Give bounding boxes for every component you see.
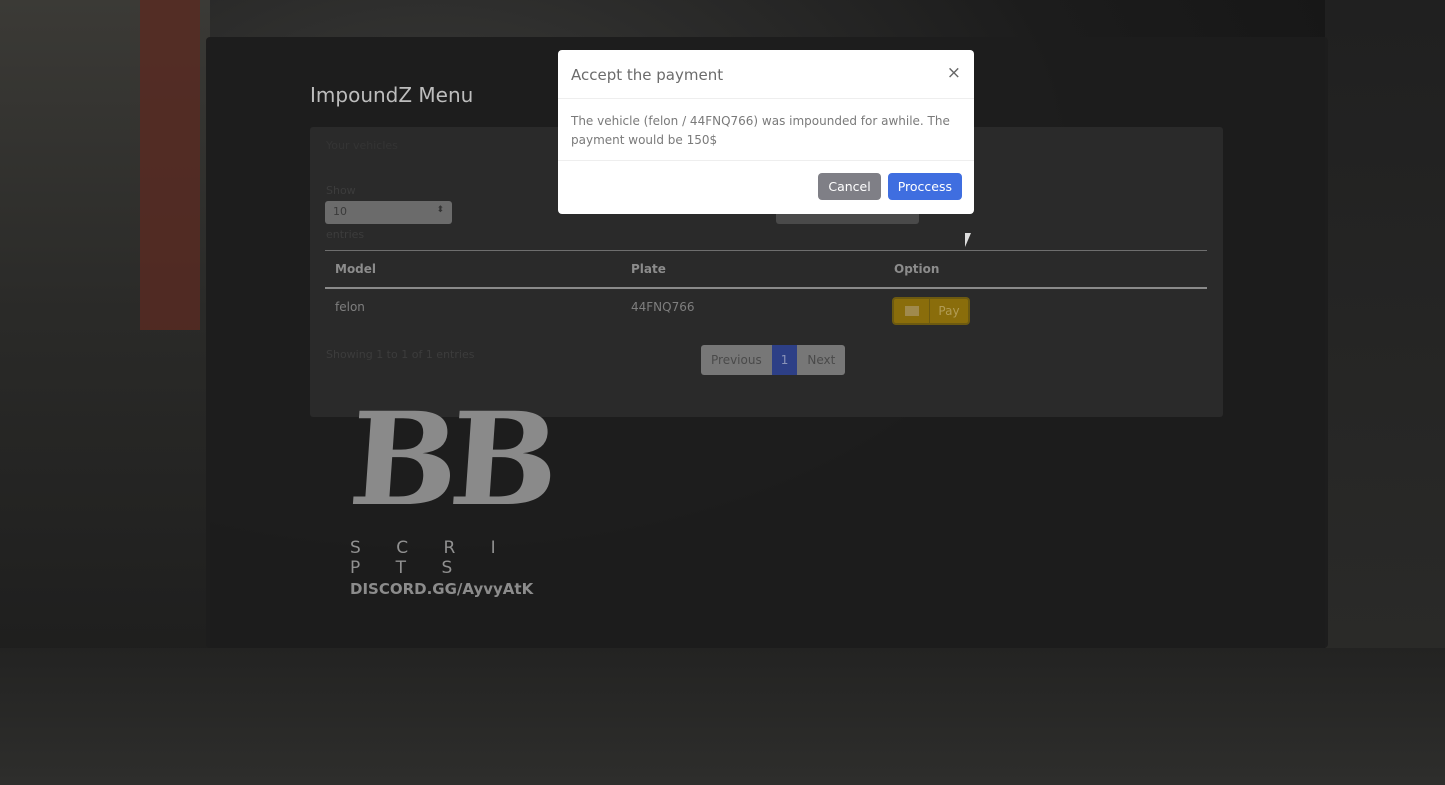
show-label: Show [326, 184, 356, 197]
divider [325, 287, 1207, 289]
page-1-button[interactable]: 1 [771, 345, 798, 375]
card-header: Your vehicles [326, 139, 398, 152]
bb-scripts-watermark: BB S C R I P T S DISCORD.GG/AyvyAtK [345, 385, 556, 598]
watermark-sub: S C R I P T S [350, 538, 511, 578]
pay-button[interactable]: Pay [892, 297, 970, 325]
column-header-model[interactable]: Model [335, 262, 376, 276]
process-button[interactable]: Proccess [887, 173, 962, 200]
background-floor [0, 648, 1445, 785]
divider [325, 250, 1207, 251]
mouse-cursor-icon [965, 233, 971, 247]
entries-select[interactable]: 10 ⬍ [325, 201, 452, 224]
pay-label: Pay [938, 304, 960, 318]
page-title: ImpoundZ Menu [310, 83, 474, 107]
payment-modal: Accept the payment × The vehicle (felon … [558, 50, 974, 214]
table-info: Showing 1 to 1 of 1 entries [326, 348, 475, 361]
modal-body: The vehicle (felon / 44FNQ766) was impou… [558, 99, 974, 161]
modal-title: Accept the payment [571, 66, 724, 84]
background-lift-pillar [140, 0, 200, 330]
credit-card-icon [894, 299, 930, 323]
column-header-plate[interactable]: Plate [631, 262, 666, 276]
entries-label: entries [326, 228, 365, 241]
next-button[interactable]: Next [797, 345, 846, 375]
cell-plate: 44FNQ766 [631, 300, 695, 314]
cancel-button[interactable]: Cancel [818, 173, 881, 200]
entries-select-value: 10 [333, 205, 347, 218]
select-arrows-icon: ⬍ [436, 205, 444, 215]
modal-header: Accept the payment × [558, 50, 974, 99]
column-header-option[interactable]: Option [894, 262, 939, 276]
cell-model: felon [335, 300, 365, 314]
modal-footer: Cancel Proccess [558, 161, 974, 212]
watermark-discord: DISCORD.GG/AyvyAtK [350, 580, 534, 598]
watermark-logo: BB [344, 385, 556, 535]
close-icon[interactable]: × [947, 63, 961, 83]
previous-button[interactable]: Previous [701, 345, 772, 375]
pagination: Previous 1 Next [701, 345, 846, 375]
